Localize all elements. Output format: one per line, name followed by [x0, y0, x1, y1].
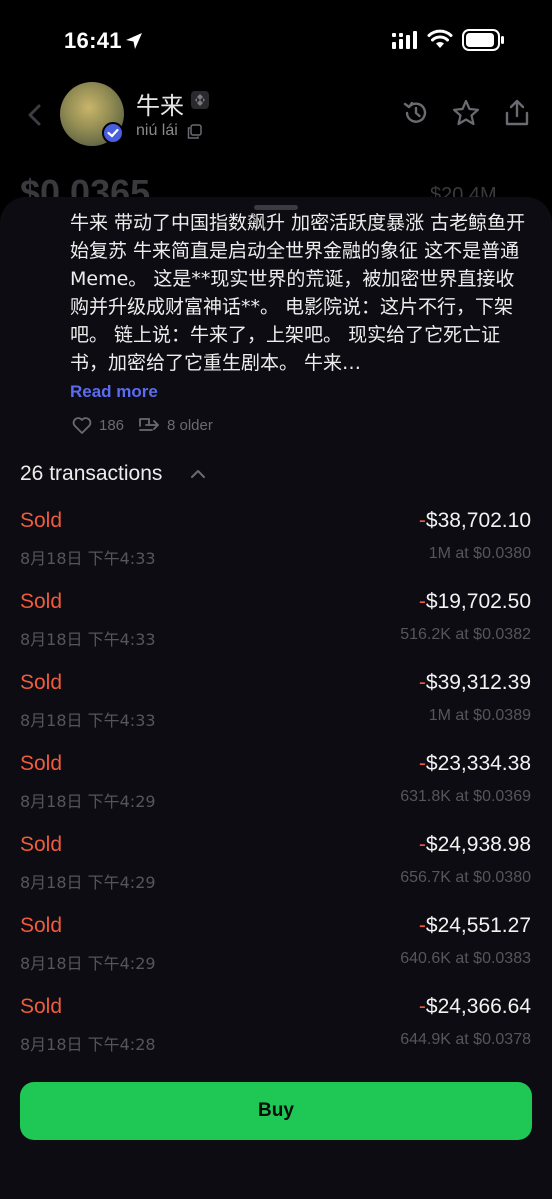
transaction-detail: 1M at $0.0380 [428, 545, 531, 562]
status-time: 16:41 [64, 28, 122, 53]
transactions-header[interactable]: 26 transactions [20, 462, 162, 486]
likes-count: 186 [99, 417, 125, 434]
older-count[interactable]: 8 older [167, 417, 213, 434]
transaction-detail: 644.9K at $0.0378 [400, 1031, 531, 1048]
transaction-amount: -$19,702.50 [419, 590, 531, 614]
transaction-type: Sold [20, 590, 63, 613]
transaction-type: Sold [20, 914, 63, 937]
transaction-detail: 1M at $0.0389 [428, 707, 531, 724]
transaction-date: 8月18日 下午4:29 [20, 792, 156, 811]
verified-check-icon [102, 122, 124, 144]
transaction-row[interactable]: Sold -$19,702.50 8月18日 下午4:33 516.2K at … [0, 586, 552, 667]
read-more-link[interactable]: Read more [70, 382, 158, 402]
transaction-date: 8月18日 下午4:28 [20, 1035, 156, 1054]
transaction-type: Sold [20, 995, 63, 1018]
amount-sign: - [418, 914, 426, 937]
history-icon[interactable] [401, 98, 431, 128]
amount-sign: - [418, 671, 426, 694]
transaction-amount: -$39,312.39 [419, 671, 531, 695]
back-chevron-icon[interactable] [24, 100, 46, 130]
amount-sign: - [418, 995, 426, 1018]
transaction-date: 8月18日 下午4:33 [20, 711, 156, 730]
transaction-detail: 640.6K at $0.0383 [400, 950, 531, 967]
transaction-row[interactable]: Sold -$24,938.98 8月18日 下午4:29 656.7K at … [0, 829, 552, 910]
transaction-detail: 656.7K at $0.0380 [400, 869, 531, 886]
star-icon[interactable] [451, 98, 481, 128]
transaction-type: Sold [20, 671, 63, 694]
chevron-up-icon[interactable] [190, 468, 206, 480]
amount-sign: - [418, 833, 426, 856]
bottom-sheet: 牛来 带动了中国指数飙升 加密活跃度暴涨 古老鲸鱼开始复苏 牛来简直是启动全世界… [0, 197, 552, 1199]
repost-icon[interactable] [138, 416, 160, 435]
transaction-row[interactable]: Sold -$38,702.10 8月18日 下午4:33 1M at $0.0… [0, 505, 552, 586]
battery-icon [462, 29, 504, 51]
amount-value: $39,312.39 [425, 671, 531, 694]
transaction-row[interactable]: Sold -$24,551.27 8月18日 下午4:29 640.6K at … [0, 910, 552, 991]
heart-icon[interactable] [72, 416, 92, 435]
amount-sign: - [418, 752, 426, 775]
transaction-amount: -$38,702.10 [419, 509, 531, 533]
amount-sign: - [418, 590, 426, 613]
amount-value: $38,702.10 [425, 509, 531, 532]
transaction-date: 8月18日 下午4:29 [20, 873, 156, 892]
chain-icon [191, 91, 209, 109]
transaction-date: 8月18日 下午4:33 [20, 630, 156, 649]
transaction-row[interactable]: Sold -$23,334.38 8月18日 下午4:29 631.8K at … [0, 748, 552, 829]
post-text: 牛来 带动了中国指数飙升 加密活跃度暴涨 古老鲸鱼开始复苏 牛来简直是启动全世界… [70, 212, 526, 374]
wifi-icon [427, 29, 453, 48]
amount-value: $23,334.38 [425, 752, 531, 775]
transaction-type: Sold [20, 752, 63, 775]
token-name: 牛来 [136, 93, 184, 120]
amount-value: $24,366.64 [425, 995, 531, 1018]
transaction-amount: -$24,366.64 [419, 995, 531, 1019]
transaction-type: Sold [20, 509, 63, 532]
copy-icon[interactable] [187, 124, 202, 139]
transaction-amount: -$24,551.27 [419, 914, 531, 938]
transaction-date: 8月18日 下午4:33 [20, 549, 156, 568]
transaction-amount: -$24,938.98 [419, 833, 531, 857]
transaction-amount: -$23,334.38 [419, 752, 531, 776]
transaction-date: 8月18日 下午4:29 [20, 954, 156, 973]
transaction-row[interactable]: Sold -$24,366.64 8月18日 下午4:28 644.9K at … [0, 991, 552, 1072]
amount-value: $24,551.27 [425, 914, 531, 937]
amount-sign: - [418, 509, 426, 532]
transaction-type: Sold [20, 833, 63, 856]
location-arrow-icon [126, 33, 142, 49]
transaction-row[interactable]: Sold -$39,312.39 8月18日 下午4:33 1M at $0.0… [0, 667, 552, 748]
token-subtitle: niú lái [136, 122, 178, 139]
buy-button[interactable]: Buy [20, 1082, 532, 1140]
amount-value: $19,702.50 [425, 590, 531, 613]
share-icon[interactable] [502, 98, 532, 128]
transaction-detail: 631.8K at $0.0369 [400, 788, 531, 805]
transaction-detail: 516.2K at $0.0382 [400, 626, 531, 643]
status-bar: 16:41 [0, 0, 552, 80]
amount-value: $24,938.98 [425, 833, 531, 856]
signal-icon [392, 31, 417, 49]
